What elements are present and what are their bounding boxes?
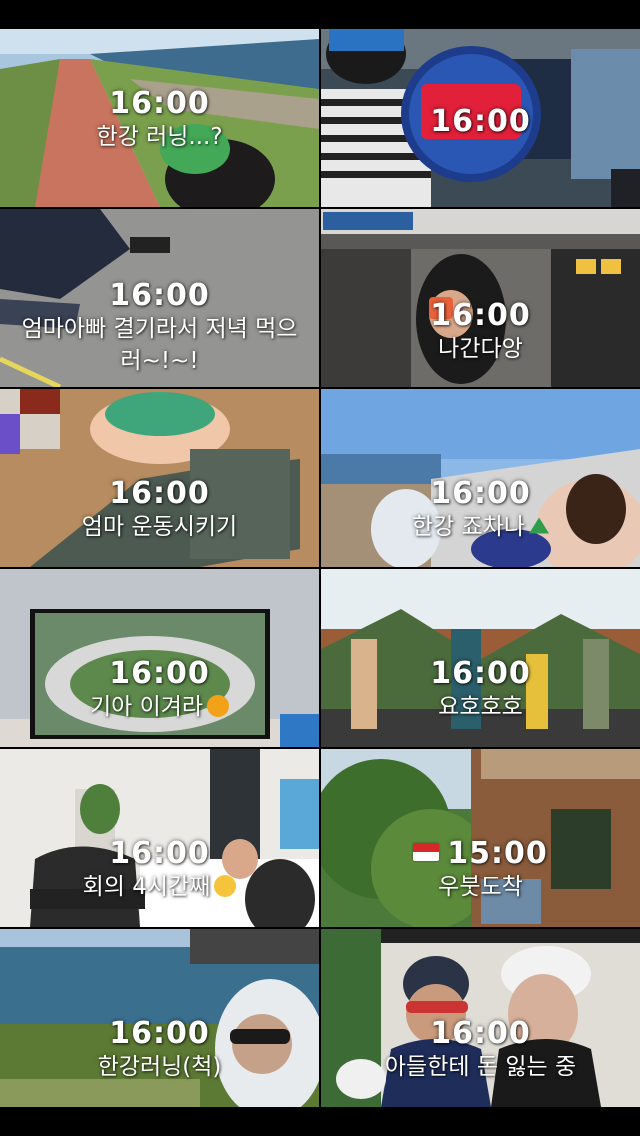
indonesia-flag-icon (413, 842, 440, 861)
video-tile-5[interactable]: 16:00 엄마 운동시키기 (0, 389, 319, 567)
time-label: 16:00 (109, 836, 210, 871)
caption-text: 회의 4시간째 (82, 874, 211, 900)
time-label: 15:00 (321, 837, 640, 871)
video-tile-11[interactable]: 16:00 한강러닝(척) (0, 929, 319, 1107)
caption-label: 한강러닝(척) (97, 1054, 222, 1080)
video-tile-9[interactable]: 16:00 회의 4시간째 (0, 749, 319, 927)
video-tile-4[interactable]: 16:00 나간다앙 (321, 209, 640, 387)
time-label: 16:00 (430, 1016, 531, 1051)
caption-label: 엄마아빠 결기라서 저녁 먹으러~!~! (21, 316, 298, 374)
video-grid: 16:00 한강 러닝...? 16:00 16:00 엄마아빠 결기라서 저녁… (0, 29, 640, 1107)
caption-label: 엄마 운동시키기 (81, 514, 238, 540)
caption-label: 요호호호 (438, 694, 523, 720)
time-label: 16:00 (109, 476, 210, 511)
video-tile-2[interactable]: 16:00 (321, 29, 640, 207)
caption-label: 기아 이겨라 (0, 691, 319, 723)
time-label: 16:00 (109, 278, 210, 313)
caption-label: 회의 4시간째 (0, 871, 319, 903)
video-tile-6[interactable]: 16:00 한강 죠차나 (321, 389, 640, 567)
video-tile-7[interactable]: 16:00 기아 이겨라 (0, 569, 319, 747)
tent-icon (529, 517, 550, 534)
tiger-icon (207, 694, 230, 717)
caption-text: 기아 이겨라 (89, 694, 204, 720)
video-tile-8[interactable]: 16:00 요호호호 (321, 569, 640, 747)
caption-label: 우붓도착 (438, 874, 523, 900)
video-tile-1[interactable]: 16:00 한강 러닝...? (0, 29, 319, 207)
time-label: 16:00 (430, 476, 531, 511)
time-label: 16:00 (430, 298, 531, 333)
time-text: 15:00 (447, 836, 548, 871)
caption-label: 한강 러닝...? (96, 124, 223, 150)
time-label: 16:00 (430, 656, 531, 691)
caption-label: 나간다앙 (438, 336, 523, 362)
time-label: 16:00 (109, 86, 210, 121)
time-label: 16:00 (109, 656, 210, 691)
time-label: 16:00 (430, 104, 531, 139)
caption-label: 한강 죠차나 (321, 511, 640, 543)
video-tile-10[interactable]: 15:00 우붓도착 (321, 749, 640, 927)
caption-label: 아들한테 돈 잃는 중 (384, 1054, 577, 1080)
sweat-smile-icon (214, 874, 237, 897)
caption-text: 한강 죠차나 (411, 514, 526, 540)
video-tile-3[interactable]: 16:00 엄마아빠 결기라서 저녁 먹으러~!~! (0, 209, 319, 387)
time-label: 16:00 (109, 1016, 210, 1051)
video-tile-12[interactable]: 16:00 아들한테 돈 잃는 중 (321, 929, 640, 1107)
bottom-bar (0, 1107, 640, 1136)
